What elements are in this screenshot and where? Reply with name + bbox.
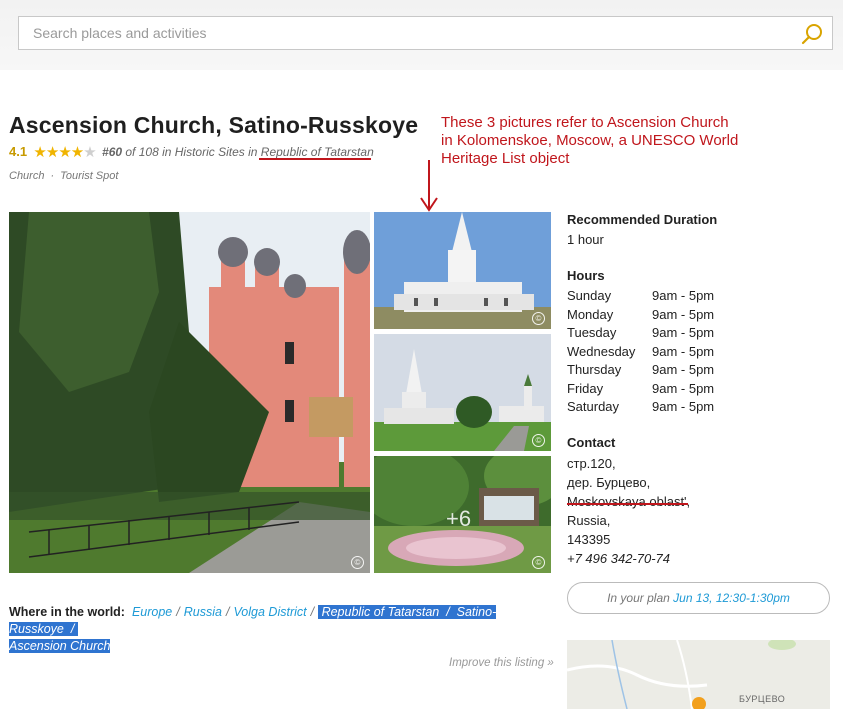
star-icon: ★★★★ — [33, 144, 84, 161]
improve-listing-link[interactable]: Improve this listing » — [449, 657, 554, 669]
hours-row-friday: Friday 9am - 5pm — [567, 380, 715, 396]
copyright-icon: © — [532, 434, 545, 447]
annotation-underline-oblast — [567, 503, 688, 505]
address-line: 143395 — [567, 531, 611, 547]
address-line: Moskovskaya oblast', — [567, 493, 691, 509]
thumbnail-photo-2[interactable]: © — [374, 334, 551, 451]
hours-row-thursday: Thursday 9am - 5pm — [567, 362, 715, 377]
map-label: БУРЦЕВО — [739, 694, 786, 704]
address-line: дер. Бурцево, — [567, 474, 651, 490]
rating-value: 4.1 — [9, 144, 28, 159]
annotation-arrow-icon — [420, 160, 438, 212]
breadcrumb-volga-district[interactable]: Volga District — [233, 605, 306, 619]
hours-row-wednesday: Wednesday 9am - 5pm — [567, 343, 715, 359]
thumbnail-photo-1[interactable]: © — [374, 212, 551, 329]
top-bar — [0, 0, 843, 70]
contact-heading: Contact — [567, 434, 616, 450]
rank-text: of 108 in Historic Sites in — [122, 145, 261, 159]
hours-row-monday: Monday 9am - 5pm — [567, 306, 715, 322]
annotation-text: These 3 pictures refer to Ascension Chur… — [441, 114, 739, 167]
category-separator: · — [50, 170, 55, 182]
category-church[interactable]: Church — [9, 170, 44, 182]
categories: Church · Tourist Spot — [9, 170, 118, 182]
rating-stars: ★★★★★ — [33, 143, 96, 161]
hours-row-saturday: Saturday 9am - 5pm — [567, 399, 715, 414]
plan-button[interactable]: In your plan Jun 13, 12:30-1:30pm — [567, 582, 830, 614]
region-link[interactable]: Republic of Tatarstan — [261, 145, 374, 159]
breadcrumb-russia[interactable]: Russia — [184, 605, 222, 619]
phone-number[interactable]: +7 496 342-70-74 — [567, 549, 837, 568]
breadcrumb-europe[interactable]: Europe — [132, 605, 172, 619]
map[interactable]: БУРЦЕВО — [567, 640, 830, 709]
plan-prefix: In your plan — [607, 591, 674, 605]
breadcrumb-separator: / — [70, 622, 75, 636]
category-tourist-spot[interactable]: Tourist Spot — [60, 170, 118, 182]
breadcrumb-separator: / — [446, 605, 450, 619]
address-line: стр.120, — [567, 455, 616, 471]
duration-heading: Recommended Duration — [567, 212, 718, 227]
breadcrumb-label: Where in the world: — [9, 605, 125, 619]
hours-row-sunday: Sunday 9am - 5pm — [567, 288, 715, 303]
breadcrumb-tatarstan: Republic of Tatarstan — [321, 605, 440, 619]
breadcrumb: Where in the world: Europe / Russia / Volga … — [9, 604, 549, 655]
copyright-icon: © — [351, 556, 364, 569]
copyright-icon: © — [532, 556, 545, 569]
page-title: Ascension Church, Satino-Russkoye — [9, 112, 419, 138]
annotation-underline-region — [259, 158, 371, 160]
star-empty-icon: ★ — [83, 144, 96, 161]
rank-number: #60 — [102, 145, 123, 159]
plan-datetime: Jun 13, 12:30-1:30pm — [673, 591, 790, 605]
main-photo[interactable]: © — [9, 212, 370, 573]
breadcrumb-separator: / — [225, 605, 230, 619]
more-photos-count[interactable]: +6 — [446, 506, 471, 532]
search-box[interactable] — [18, 16, 833, 50]
search-input[interactable] — [31, 24, 775, 42]
hours-heading: Hours — [567, 268, 605, 283]
search-icon[interactable] — [800, 22, 824, 46]
hours-row-tuesday: Tuesday 9am - 5pm — [567, 325, 715, 340]
details-panel: Recommended Duration 1 hour Hours Sunday… — [567, 212, 837, 568]
breadcrumb-separator: / — [176, 605, 180, 619]
hours-list: Sunday 9am - 5pm Monday 9am - 5pm Tuesday 9… — [567, 287, 837, 417]
breadcrumb-current[interactable]: Ascension Church — [9, 639, 111, 653]
duration-value: 1 hour — [567, 232, 604, 247]
address-line: Russia, — [567, 512, 611, 528]
breadcrumb-separator: / — [310, 605, 315, 619]
copyright-icon: © — [532, 312, 545, 325]
